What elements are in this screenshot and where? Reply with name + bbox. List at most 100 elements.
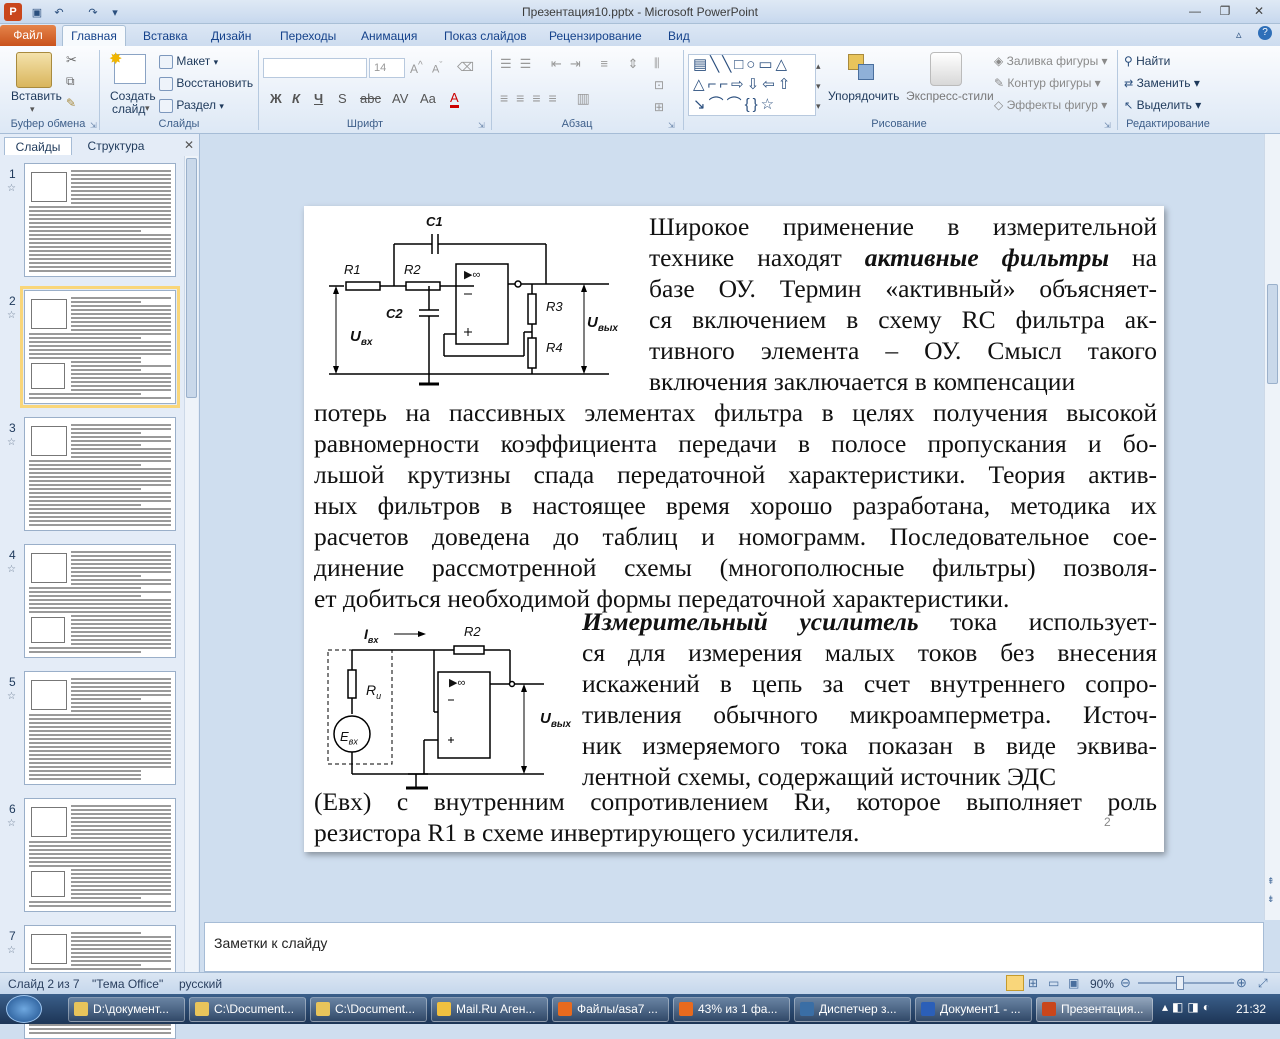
prev-slide-icon[interactable]: ⇞	[1267, 876, 1275, 887]
slide-thumbnail[interactable]	[24, 544, 176, 658]
powerpoint-app-icon[interactable]: P	[4, 3, 22, 21]
quick-styles-button[interactable]: Экспресс-стили	[906, 89, 994, 103]
new-slide-label-1[interactable]: Создать	[110, 89, 156, 103]
shape-effects-button[interactable]: ◇ Эффекты фигур ▾	[994, 98, 1107, 112]
minimize-ribbon-icon[interactable]: ▵	[1236, 28, 1242, 41]
arrange-icon[interactable]	[846, 52, 880, 86]
font-name-combo[interactable]	[263, 58, 367, 78]
tab-design[interactable]: Дизайн	[211, 28, 251, 44]
scroll-thumb[interactable]	[186, 158, 197, 398]
font-color-icon[interactable]: A	[450, 91, 459, 108]
taskbar-item[interactable]: C:\Document...	[310, 997, 427, 1022]
customize-qat-icon[interactable]: ▾	[106, 3, 124, 21]
grow-font-icon[interactable]: A^	[410, 60, 423, 76]
section-button[interactable]: Раздел ▾	[159, 98, 224, 113]
tab-home[interactable]: Главная	[62, 25, 126, 47]
replace-button[interactable]: ⇄ Заменить ▾	[1124, 76, 1200, 90]
reading-view-icon[interactable]: ▭	[1048, 976, 1059, 990]
notes-placeholder[interactable]: Заметки к слайду	[214, 935, 327, 951]
theme-name[interactable]: "Тема Office"	[92, 977, 163, 991]
shapes-gallery-scroll[interactable]: ▴ ▾ ▾	[816, 56, 821, 116]
taskbar-item[interactable]: Документ1 - ...	[915, 997, 1032, 1022]
drawing-launcher-icon[interactable]: ⇲	[1104, 121, 1111, 130]
layout-button[interactable]: Макет ▾	[159, 54, 218, 69]
main-scrollbar[interactable]: ⇞ ⇟	[1264, 134, 1280, 920]
align-buttons[interactable]: ≡≡≡≡ ▥	[500, 90, 598, 107]
underline-button[interactable]: Ч	[314, 91, 323, 106]
cut-icon[interactable]: ✂	[66, 52, 77, 68]
slide-thumbnail[interactable]	[20, 286, 180, 408]
notes-pane[interactable]	[204, 922, 1264, 972]
close-button[interactable]: ✕	[1246, 2, 1272, 20]
new-slide-label-2[interactable]: слайд	[112, 102, 145, 116]
tray-icons[interactable]: ▴◧◨◐	[1162, 1000, 1214, 1014]
clock[interactable]: 21:32	[1236, 1002, 1266, 1016]
slide-sorter-icon[interactable]: ⊞	[1028, 976, 1038, 990]
tab-animation[interactable]: Анимация	[361, 28, 417, 44]
redo-icon[interactable]: ↷	[84, 3, 102, 21]
slide-thumbnail[interactable]	[24, 417, 176, 531]
taskbar-item[interactable]: Диспетчер з...	[794, 997, 911, 1022]
taskbar-item[interactable]: D:\документ...	[68, 997, 185, 1022]
tab-view[interactable]: Вид	[668, 28, 690, 44]
new-slide-dropdown-icon[interactable]: ▾	[145, 103, 150, 114]
zoom-out-icon[interactable]: ⊖	[1120, 975, 1131, 991]
arrange-button[interactable]: Упорядочить	[828, 89, 899, 103]
normal-view-icon[interactable]	[1006, 975, 1024, 991]
paste-button[interactable]: Вставить	[11, 89, 62, 103]
shape-outline-button[interactable]: ✎ Контур фигуры ▾	[994, 76, 1101, 90]
save-icon[interactable]: ▣	[28, 3, 46, 21]
strikethrough-button[interactable]: abc	[360, 91, 381, 106]
tab-insert[interactable]: Вставка	[143, 28, 188, 44]
slide-thumbnail[interactable]	[24, 798, 176, 912]
tab-outline[interactable]: Структура	[74, 137, 158, 155]
clear-format-icon[interactable]: ⌫	[457, 60, 474, 74]
italic-button[interactable]: К	[292, 91, 300, 106]
zoom-slider-thumb[interactable]	[1176, 976, 1184, 990]
char-spacing-icon[interactable]: AV	[392, 91, 408, 106]
fit-slide-icon[interactable]: ⤢	[1258, 976, 1268, 991]
zoom-slider[interactable]	[1138, 982, 1234, 984]
shrink-font-icon[interactable]: Aˇ	[432, 60, 442, 76]
slide-thumbnail[interactable]	[24, 163, 176, 277]
restore-button[interactable]: ❐	[1212, 2, 1238, 20]
close-panel-icon[interactable]: ✕	[184, 138, 194, 152]
format-painter-icon[interactable]: ✎	[66, 96, 76, 110]
tab-review[interactable]: Рецензирование	[549, 28, 642, 44]
reset-button[interactable]: Восстановить	[159, 76, 253, 91]
taskbar-item[interactable]: 43% из 1 фа...	[673, 997, 790, 1022]
tab-slides[interactable]: Слайды	[4, 137, 72, 155]
tab-slideshow[interactable]: Показ слайдов	[444, 28, 527, 44]
slide-thumbnail[interactable]	[24, 671, 176, 785]
shadow-button[interactable]: S	[338, 91, 347, 106]
slideshow-view-icon[interactable]: ▣	[1068, 976, 1079, 990]
tab-transitions[interactable]: Переходы	[280, 28, 336, 44]
tab-file[interactable]: Файл	[0, 25, 56, 46]
paragraph-launcher-icon[interactable]: ⇲	[668, 121, 675, 130]
taskbar-item[interactable]: C:\Document...	[189, 997, 306, 1022]
clipboard-launcher-icon[interactable]: ⇲	[90, 121, 97, 130]
list-buttons[interactable]: ☰☰ ⇤⇥ ≡ ⇕	[500, 56, 646, 72]
taskbar-item[interactable]: Mail.Ru Аген...	[431, 997, 548, 1022]
paste-dropdown-icon[interactable]: ▾	[30, 104, 35, 115]
quick-styles-icon[interactable]	[930, 52, 962, 86]
zoom-in-icon[interactable]: ⊕	[1236, 975, 1247, 991]
text-direction-icon[interactable]: ⫼ ⊡ ⊞	[654, 52, 664, 118]
shape-fill-button[interactable]: ◈ Заливка фигуры ▾	[994, 54, 1108, 68]
font-launcher-icon[interactable]: ⇲	[478, 121, 485, 130]
minimize-button[interactable]: —	[1182, 2, 1208, 20]
scroll-thumb[interactable]	[1267, 284, 1278, 384]
next-slide-icon[interactable]: ⇟	[1267, 894, 1275, 905]
taskbar-item[interactable]: Файлы/asa7 ...	[552, 997, 669, 1022]
slide-canvas[interactable]: C1 R1 R2 C2 R3 R4 Uвх Uвых ▶∞ Широкое пр…	[304, 206, 1164, 852]
slides-panel-scrollbar[interactable]	[184, 156, 198, 972]
taskbar-item[interactable]: Презентация...	[1036, 997, 1153, 1022]
shapes-gallery[interactable]: ▤╲╲□○▭△ △⌐⌐⇨⇩⇦⇧ ↘⌒⌒{}☆	[688, 54, 816, 116]
help-icon[interactable]: ?	[1258, 26, 1272, 40]
copy-icon[interactable]: ⧉	[66, 74, 75, 89]
undo-icon[interactable]: ↶	[50, 3, 68, 21]
new-slide-icon[interactable]: ✸	[109, 51, 146, 84]
find-button[interactable]: ⚲ Найти	[1124, 54, 1170, 68]
zoom-level[interactable]: 90%	[1090, 977, 1114, 991]
select-button[interactable]: ↖ Выделить ▾	[1124, 98, 1201, 112]
